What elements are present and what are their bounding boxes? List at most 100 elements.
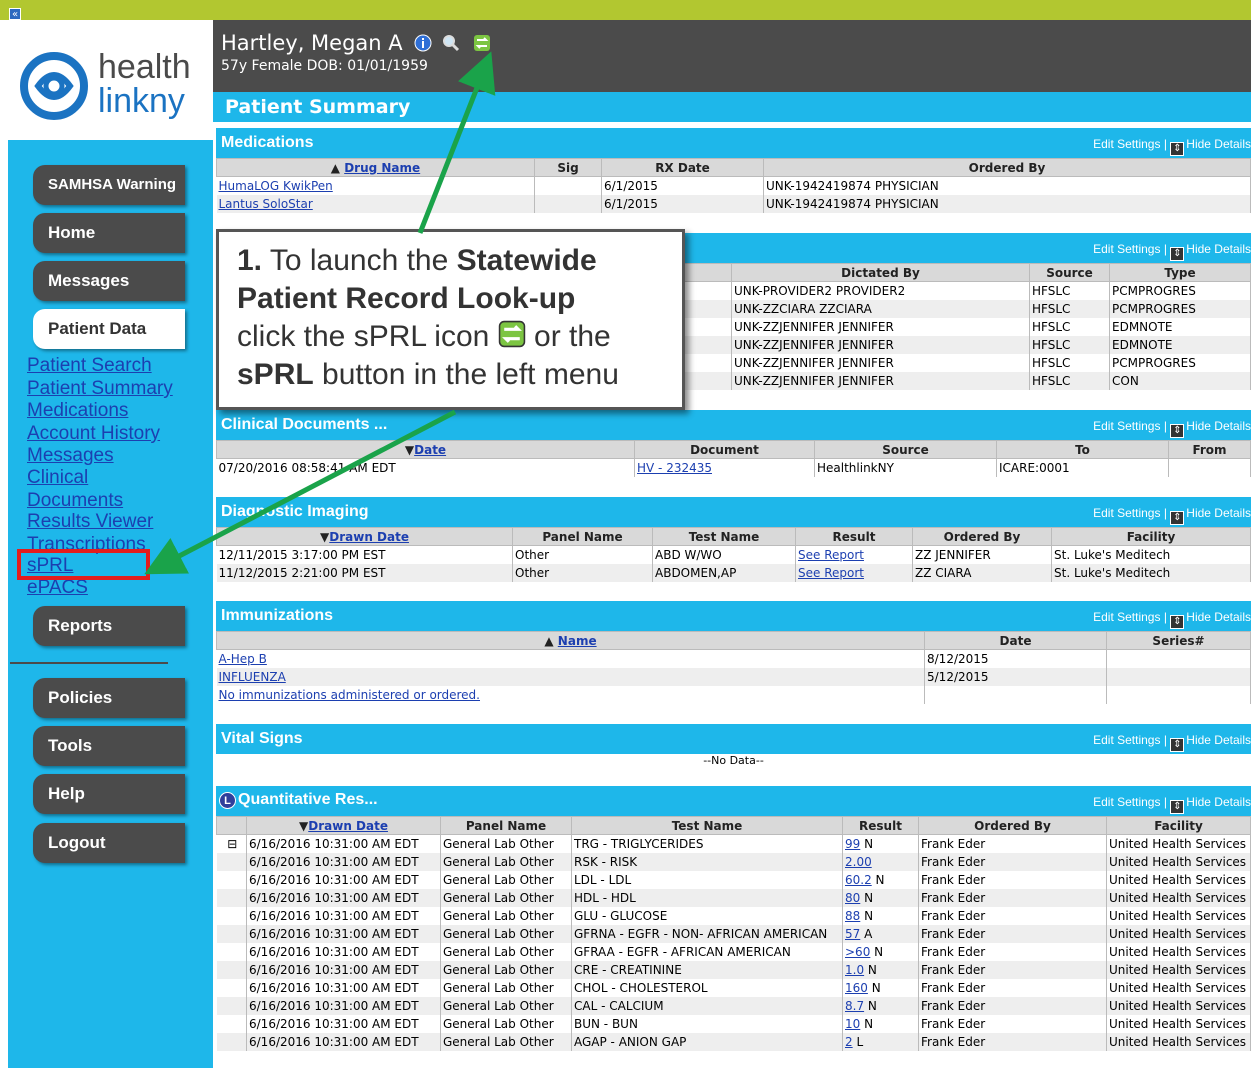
column-header[interactable]: Test Name (571, 816, 843, 835)
result-link[interactable]: 8.7 (845, 999, 864, 1013)
edit-settings-link[interactable]: Edit Settings (1093, 506, 1160, 520)
column-header[interactable]: Type (1109, 263, 1251, 282)
hide-details-icon[interactable]: ⇕ (1170, 424, 1185, 438)
nav-logout-button[interactable]: Logout (33, 823, 185, 863)
nav-reports-button[interactable]: Reports (33, 606, 185, 646)
immunization-link[interactable]: INFLUENZA (219, 670, 286, 684)
edit-settings-link[interactable]: Edit Settings (1093, 137, 1160, 151)
immunization-link[interactable]: A-Hep B (219, 652, 267, 666)
result-link[interactable]: 60.2 (845, 873, 872, 887)
hide-details-icon[interactable]: ⇕ (1170, 800, 1185, 814)
column-header[interactable]: Document (634, 440, 815, 459)
result-link[interactable]: >60 (845, 945, 870, 959)
quantitative-results-section: L Quantitative Res... Edit Settings | ⇕ Hi… (216, 786, 1251, 1051)
result-link[interactable]: 2.00 (845, 855, 872, 869)
hide-details-link[interactable]: Hide Details (1186, 137, 1251, 151)
expand-toggle-icon[interactable]: ⊟ (216, 834, 247, 853)
column-header[interactable]: Ordered By (912, 527, 1052, 546)
nav-policies-button[interactable]: Policies (33, 678, 185, 718)
column-header[interactable]: Result (842, 816, 919, 835)
nav-link-epacs[interactable]: ePACS (27, 577, 88, 599)
nav-link-medications[interactable]: Medications (27, 400, 128, 422)
hide-details-link[interactable]: Hide Details (1186, 733, 1251, 747)
edit-settings-link[interactable]: Edit Settings (1093, 610, 1160, 624)
column-header[interactable]: RX Date (601, 158, 764, 177)
edit-settings-link[interactable]: Edit Settings (1093, 795, 1160, 809)
see-report-link[interactable]: See Report (798, 548, 864, 562)
result-link[interactable]: 160 (845, 981, 868, 995)
column-header[interactable]: Result (795, 527, 913, 546)
nav-home-button[interactable]: Home (33, 213, 185, 253)
lab-l-icon[interactable]: L (219, 792, 236, 809)
column-header[interactable]: Panel Name (512, 527, 653, 546)
nav-link-results-viewer[interactable]: Results Viewer (27, 511, 153, 533)
nav-link-clinical[interactable]: Clinical (27, 467, 88, 489)
see-report-link[interactable]: See Report (798, 566, 864, 580)
result-link[interactable]: 99 (845, 837, 860, 851)
nav-help-button[interactable]: Help (33, 774, 185, 814)
nav-messages-button[interactable]: Messages (33, 261, 185, 301)
column-header[interactable]: ▼Drawn Date (246, 816, 441, 835)
nav-tools-button[interactable]: Tools (33, 726, 185, 766)
column-header[interactable]: Ordered By (918, 816, 1107, 835)
column-header[interactable]: Panel Name (440, 816, 572, 835)
result-link[interactable]: 2 (845, 1035, 853, 1049)
result-link[interactable]: 1.0 (845, 963, 864, 977)
edit-settings-link[interactable]: Edit Settings (1093, 733, 1160, 747)
nav-samhsa-warning-button[interactable]: SAMHSA Warning (33, 165, 185, 205)
column-header[interactable]: Test Name (652, 527, 796, 546)
immunization-link[interactable]: No immunizations administered or ordered… (219, 688, 481, 702)
drug-link[interactable]: Lantus SoloStar (219, 197, 313, 211)
result-link[interactable]: 57 (845, 927, 860, 941)
nav-link-patient-search[interactable]: Patient Search (27, 355, 152, 377)
edit-settings-link[interactable]: Edit Settings (1093, 419, 1160, 433)
hide-details-icon[interactable]: ⇕ (1170, 142, 1185, 156)
column-header[interactable]: Source (814, 440, 997, 459)
edit-settings-link[interactable]: Edit Settings (1093, 242, 1160, 256)
column-header[interactable]: ▲ Drug Name (216, 158, 535, 177)
hide-details-icon[interactable]: ⇕ (1170, 247, 1185, 261)
immunizations-section: Immunizations Edit Settings | ⇕ Hide Deta… (216, 601, 1251, 704)
table-cell: RSK - RISK (571, 852, 843, 871)
collapse-nav-icon[interactable]: « (9, 8, 21, 20)
column-header[interactable]: Facility (1106, 816, 1251, 835)
sprl-icon[interactable] (473, 34, 491, 52)
table-row: 11/12/2015 2:21:00 PM EST Other ABDOMEN,AP… (216, 563, 1251, 582)
document-link[interactable]: HV - 232435 (637, 461, 712, 475)
column-header[interactable]: Facility (1051, 527, 1251, 546)
nav-link-patient-summary[interactable]: Patient Summary (27, 378, 173, 400)
column-header[interactable]: Ordered By (763, 158, 1251, 177)
hide-details-icon[interactable]: ⇕ (1170, 615, 1185, 629)
column-header[interactable]: ▲ Name (216, 631, 925, 650)
result-link[interactable]: 10 (845, 1017, 860, 1031)
nav-link-documents[interactable]: Documents (27, 490, 123, 512)
table-row: A-Hep B 8/12/2015 (216, 649, 1251, 668)
nav-link-account-history[interactable]: Account History (27, 423, 160, 445)
result-link[interactable]: 80 (845, 891, 860, 905)
column-header[interactable]: To (996, 440, 1169, 459)
column-header[interactable]: Date (924, 631, 1107, 650)
info-icon[interactable] (414, 34, 432, 52)
column-header[interactable]: Dictated By (731, 263, 1030, 282)
column-header[interactable]: From (1168, 440, 1251, 459)
result-link[interactable]: 88 (845, 909, 860, 923)
hide-details-link[interactable]: Hide Details (1186, 610, 1251, 624)
drug-link[interactable]: HumaLOG KwikPen (219, 179, 333, 193)
nav-link-messages[interactable]: Messages (27, 445, 114, 467)
column-header[interactable]: Series# (1106, 631, 1251, 650)
hide-details-link[interactable]: Hide Details (1186, 506, 1251, 520)
column-header[interactable]: ▼Date (216, 440, 635, 459)
column-header[interactable]: ▼Drawn Date (216, 527, 513, 546)
hide-details-link[interactable]: Hide Details (1186, 795, 1251, 809)
column-header[interactable]: Source (1029, 263, 1110, 282)
callout-text-1: To launch the (262, 244, 457, 277)
nav-patient-data-button[interactable]: Patient Data (33, 309, 185, 349)
table-cell: 6/16/2016 10:31:00 AM EDT (246, 942, 441, 961)
table-cell: Frank Eder (918, 1014, 1107, 1033)
hide-details-link[interactable]: Hide Details (1186, 419, 1251, 433)
hide-details-icon[interactable]: ⇕ (1170, 738, 1185, 752)
hide-details-icon[interactable]: ⇕ (1170, 511, 1185, 525)
column-header[interactable]: Sig (534, 158, 602, 177)
search-icon[interactable] (442, 34, 460, 52)
hide-details-link[interactable]: Hide Details (1186, 242, 1251, 256)
